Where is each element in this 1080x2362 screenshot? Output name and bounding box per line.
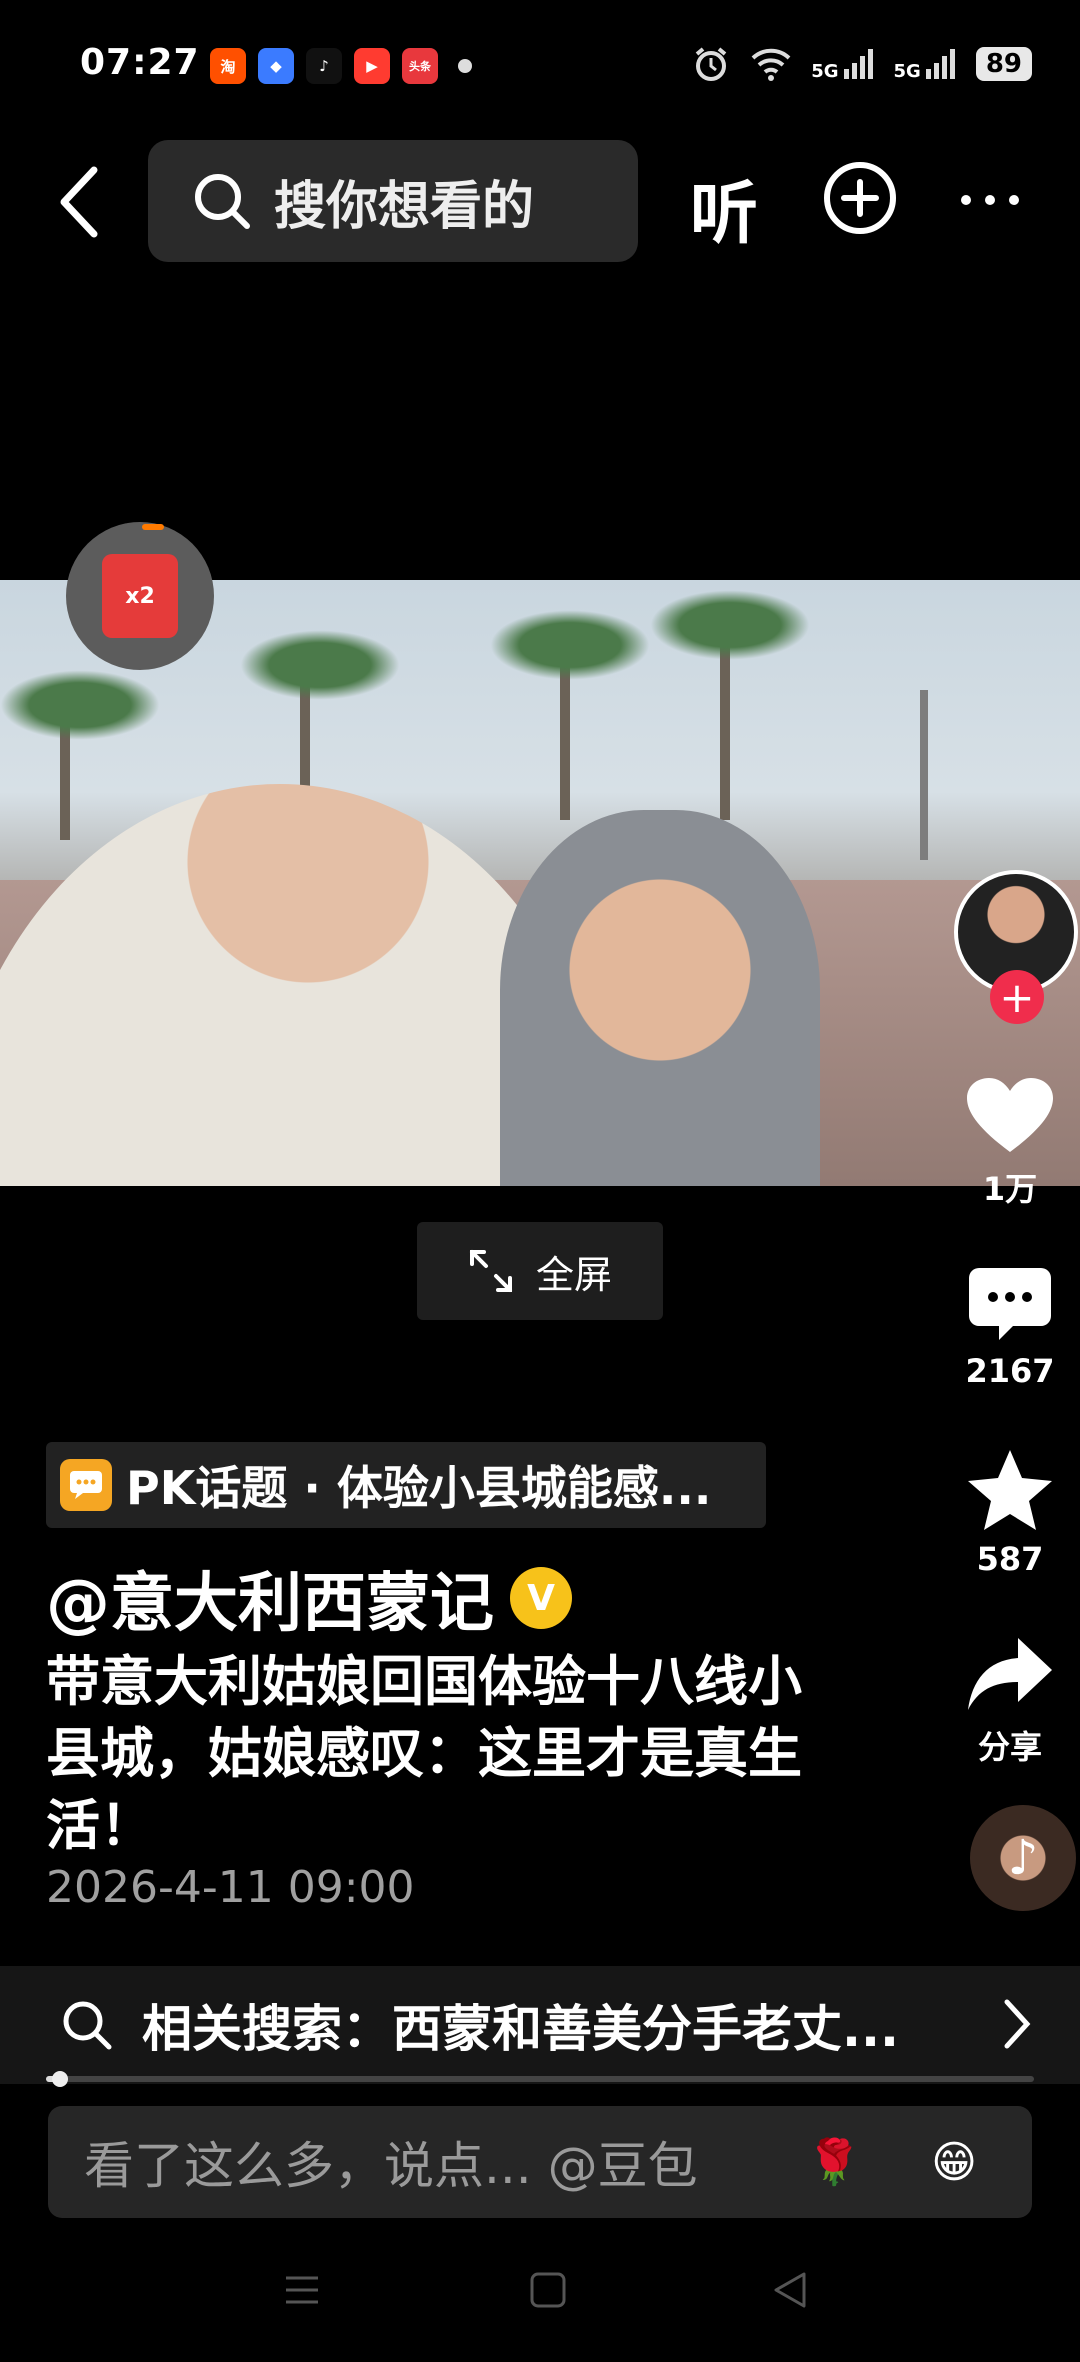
- network-type-1: 5G: [811, 61, 839, 82]
- comment-button[interactable]: 2167: [940, 1264, 1080, 1390]
- share-label: 分享: [977, 1728, 1042, 1766]
- search-icon: [195, 174, 250, 229]
- comment-icon: [969, 1268, 1051, 1340]
- star-icon: [968, 1450, 1052, 1530]
- more-notifications-dot: [458, 59, 472, 73]
- progress-knob[interactable]: [51, 2071, 68, 2087]
- clock: 07:27: [80, 42, 200, 83]
- video-description: 带意大利姑娘回国体验十八线小县城，姑娘感叹：这里才是真生活！: [46, 1650, 802, 1857]
- search-bar[interactable]: 搜你想看的: [148, 140, 638, 262]
- red-packet-widget[interactable]: x2: [66, 522, 214, 670]
- video-person-man: [0, 784, 560, 1186]
- publish-date: 2026-4-11 09:00: [46, 1862, 415, 1913]
- system-status: 5G 5G 89: [691, 44, 1032, 84]
- video-player[interactable]: [0, 580, 1080, 1186]
- related-search-bar[interactable]: 相关搜索：西蒙和善美分手老丈...: [0, 1966, 1080, 2084]
- search-placeholder: 搜你想看的: [274, 176, 535, 237]
- chevron-right-icon: [1004, 1999, 1031, 2049]
- expand-icon: [469, 1250, 512, 1292]
- top-bar: 搜你想看的 听: [0, 140, 1080, 262]
- browser-icon: ◆: [258, 48, 294, 84]
- signal-2: 5G: [894, 47, 958, 81]
- status-bar: 07:27 淘 ◆ ♪ ▶ 头条 5G 5G 89: [0, 0, 1080, 130]
- search-icon: [63, 2001, 112, 2050]
- network-type-2: 5G: [893, 61, 921, 82]
- alarm-icon: [695, 47, 727, 81]
- author-row[interactable]: @意大利西蒙记 V: [46, 1552, 572, 1644]
- comment-count: 2167: [965, 1352, 1055, 1390]
- battery-indicator: 89: [975, 47, 1032, 81]
- palm-leaves: [0, 670, 160, 740]
- system-nav-bar: [0, 2250, 1080, 2362]
- grin-emoji-button[interactable]: 😁: [922, 2130, 986, 2194]
- add-button[interactable]: [822, 160, 898, 240]
- follow-button[interactable]: +: [990, 970, 1044, 1024]
- red-packet-timer: [142, 524, 164, 530]
- music-disc[interactable]: ♪: [970, 1805, 1076, 1911]
- plus-circle-icon: [824, 162, 896, 234]
- music-note-icon: ♪: [1007, 1830, 1039, 1886]
- share-button[interactable]: 分享: [940, 1634, 1080, 1768]
- wifi-icon: [751, 48, 791, 81]
- favorite-button[interactable]: 587: [940, 1448, 1080, 1578]
- comment-input[interactable]: 看了这么多，说点... @豆包 🌹 😁: [48, 2106, 1032, 2218]
- more-dots-icon: [961, 195, 1019, 205]
- favorite-count: 587: [976, 1540, 1044, 1578]
- like-count: 1万: [982, 1170, 1038, 1208]
- heart-icon: [967, 1078, 1053, 1152]
- palm-leaves: [650, 590, 810, 660]
- topic-icon: [60, 1459, 112, 1511]
- like-button[interactable]: 1万: [940, 1076, 1080, 1210]
- chevron-left-icon: [60, 166, 98, 238]
- signal-1: 5G: [811, 47, 875, 81]
- listen-button[interactable]: 听: [690, 158, 758, 257]
- topic-text: PK话题 · 体验小县城能感...: [126, 1461, 712, 1515]
- tiktok-icon: ♪: [306, 48, 342, 84]
- toutiao-icon: 头条: [402, 48, 438, 84]
- share-icon: [968, 1638, 1052, 1710]
- rose-emoji-button[interactable]: 🌹: [802, 2130, 866, 2194]
- fullscreen-button[interactable]: 全屏: [417, 1222, 663, 1320]
- palm-leaves: [240, 630, 400, 700]
- comment-placeholder: 看了这么多，说点... @豆包: [84, 2137, 698, 2195]
- topic-tag[interactable]: PK话题 · 体验小县城能感...: [46, 1442, 766, 1528]
- lamp-post: [920, 690, 928, 860]
- video-progress-bar[interactable]: [46, 2071, 1034, 2087]
- home-nav-icon[interactable]: [528, 2270, 568, 2310]
- back-nav-icon[interactable]: [770, 2270, 810, 2310]
- video-person-woman: [500, 810, 820, 1186]
- related-search-text: 相关搜索：西蒙和善美分手老丈...: [142, 2000, 899, 2058]
- palm-leaves: [490, 610, 650, 680]
- video-app-icon: ▶: [354, 48, 390, 84]
- notification-icons: 淘 ◆ ♪ ▶ 头条: [210, 48, 472, 84]
- fullscreen-label: 全屏: [535, 1252, 612, 1297]
- signal-bars-icon: [925, 49, 955, 79]
- back-button[interactable]: [48, 162, 108, 242]
- more-button[interactable]: [958, 160, 1022, 250]
- author-name[interactable]: @意大利西蒙记: [46, 1552, 494, 1644]
- signal-bars-icon: [843, 49, 873, 79]
- taobao-icon: 淘: [210, 48, 246, 84]
- menu-nav-icon[interactable]: [282, 2270, 322, 2310]
- red-packet-icon: x2: [102, 554, 178, 638]
- verified-badge-icon: V: [510, 1567, 572, 1629]
